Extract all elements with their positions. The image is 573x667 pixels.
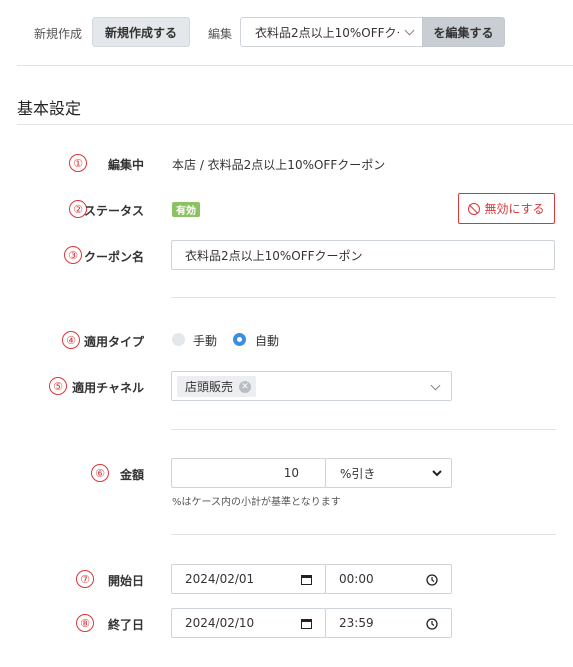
radio-manual[interactable] (172, 333, 185, 346)
amount-input[interactable]: 10 (171, 458, 326, 488)
amount-label: 金額 (119, 468, 144, 482)
end-time-input[interactable]: 23:59 (325, 608, 452, 638)
radio-auto-label: 自動 (255, 334, 280, 348)
step-number-7: ⑦ (76, 570, 94, 588)
amount-value: 10 (283, 466, 299, 480)
step-number-1: ① (69, 154, 87, 172)
section-title: 基本設定 (17, 99, 82, 118)
edit-coupon-select[interactable]: 衣料品2点以上10%OFFクーポン (240, 17, 423, 47)
start-time-value: 00:00 (339, 572, 374, 586)
chevron-down-icon (432, 470, 442, 477)
section-divider (17, 124, 573, 125)
start-time-input[interactable]: 00:00 (325, 564, 452, 594)
disable-button[interactable]: 無効にする (458, 193, 555, 224)
editing-value: 本店 / 衣料品2点以上10%OFFクーポン (172, 158, 386, 172)
radio-auto[interactable] (233, 333, 246, 346)
divider (171, 297, 556, 298)
channel-tag-label: 店頭販売 (185, 380, 234, 394)
start-date-value: 2024/02/01 (185, 572, 255, 586)
step-number-5: ⑤ (49, 377, 67, 395)
step-number-6: ⑥ (91, 464, 109, 482)
step-number-4: ④ (62, 331, 80, 349)
coupon-name-value: 衣料品2点以上10%OFFクーポン (185, 248, 363, 263)
amount-hint: %はケース内の小計が基準となります (172, 497, 341, 508)
apply-type-label: 適用タイプ (83, 335, 144, 349)
end-time-value: 23:59 (339, 616, 374, 630)
ban-icon (468, 202, 481, 215)
edit-coupon-select-value: 衣料品2点以上10%OFFクーポン (255, 25, 399, 40)
amount-unit-value: %引き (340, 466, 376, 481)
chevron-down-icon (404, 25, 415, 36)
end-date-input[interactable]: 2024/02/10 (171, 608, 326, 638)
coupon-name-label: クーポン名 (83, 250, 144, 264)
clock-icon[interactable] (426, 574, 438, 586)
edit-button[interactable]: を編集する (422, 17, 505, 47)
coupon-name-input[interactable]: 衣料品2点以上10%OFFクーポン (171, 240, 555, 270)
channel-label: 適用チャネル (72, 381, 144, 395)
divider (171, 429, 556, 430)
channel-tag: 店頭販売 ✕ (177, 376, 257, 397)
step-number-3: ③ (64, 246, 82, 264)
new-label: 新規作成 (34, 27, 83, 41)
radio-manual-label: 手動 (193, 334, 218, 348)
new-create-button[interactable]: 新規作成する (92, 17, 190, 47)
start-label: 開始日 (107, 574, 144, 588)
editing-label: 編集中 (107, 158, 144, 172)
calendar-icon[interactable] (301, 574, 312, 585)
status-badge: 有効 (172, 202, 200, 217)
disable-button-label: 無効にする (484, 202, 545, 216)
divider (171, 534, 556, 535)
end-date-value: 2024/02/10 (185, 616, 255, 630)
end-label: 終了日 (107, 618, 144, 632)
chevron-down-icon (430, 380, 441, 391)
status-label: ステータス (83, 204, 144, 218)
calendar-icon[interactable] (301, 618, 312, 629)
amount-unit-select[interactable]: %引き (325, 458, 452, 488)
clock-icon[interactable] (426, 618, 438, 630)
start-date-input[interactable]: 2024/02/01 (171, 564, 326, 594)
remove-tag-icon[interactable]: ✕ (239, 380, 252, 393)
edit-label: 編集 (208, 27, 233, 41)
step-number-8: ⑧ (76, 614, 94, 632)
